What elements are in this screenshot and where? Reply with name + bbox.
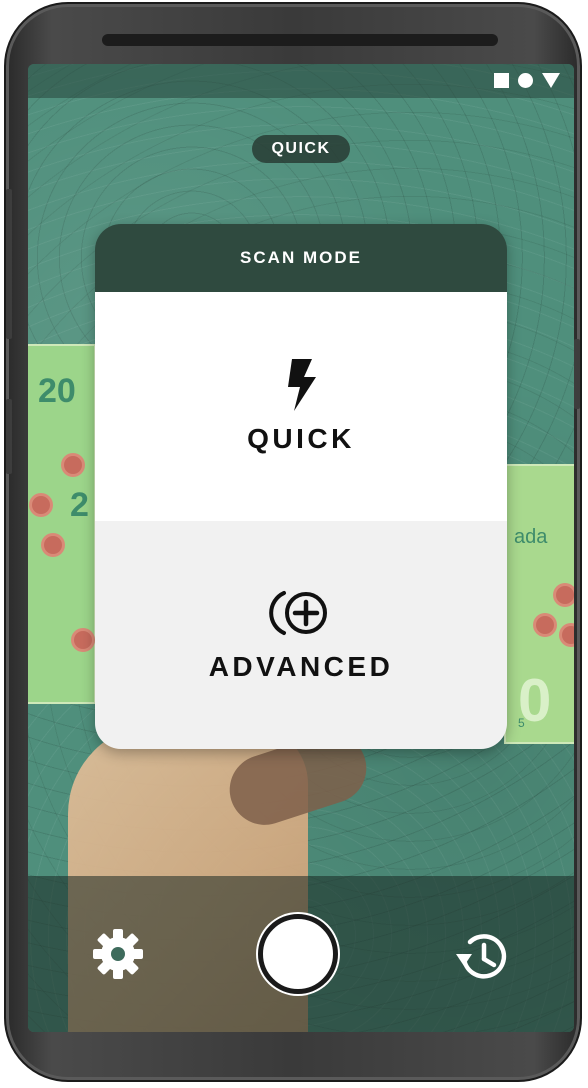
speaker-grille [102,34,498,46]
dialog-title: SCAN MODE [95,224,507,292]
banknote-text: ada [514,526,548,548]
poppy-flower [74,631,92,649]
status-icons [494,73,560,88]
banknote-small-text: 5 [518,716,525,730]
shutter-button[interactable] [258,914,338,994]
poppy-flower [556,586,574,604]
power-button [574,339,580,409]
banknote-right: ada 0 5 [504,464,574,744]
banknote-left: 20 2 [28,344,96,704]
poppy-flower [536,616,554,634]
scan-mode-dialog: SCAN MODE QUICK ADVANCED [95,224,507,749]
banknote-denomination: 20 [38,372,76,410]
square-icon [494,73,509,88]
status-bar [28,64,574,98]
poppy-flower [32,496,50,514]
poppy-flower [64,456,82,474]
circle-icon [518,73,533,88]
quick-mode-option[interactable]: QUICK [95,292,507,521]
lightning-bolt-icon [288,358,316,411]
banknote-denomination: 2 [70,486,89,524]
volume-up-button [6,189,12,339]
quick-mode-label: QUICK [247,422,355,454]
triangle-icon [542,73,560,88]
history-icon[interactable] [454,928,510,984]
camera-screen: 20 2 ada 0 5 QUICK SCAN MODE QUICK ADVAN… [28,64,574,1032]
gear-icon[interactable] [92,928,144,980]
advanced-mode-label: ADVANCED [208,651,394,682]
advanced-mode-option[interactable]: ADVANCED [95,521,507,749]
poppy-flower [44,536,62,554]
advanced-scan-icon [269,591,327,635]
poppy-flower [562,626,574,644]
phone-frame: 20 2 ada 0 5 QUICK SCAN MODE QUICK ADVAN… [4,2,582,1082]
current-mode-pill[interactable]: QUICK [252,135,350,163]
volume-down-button [6,399,12,474]
